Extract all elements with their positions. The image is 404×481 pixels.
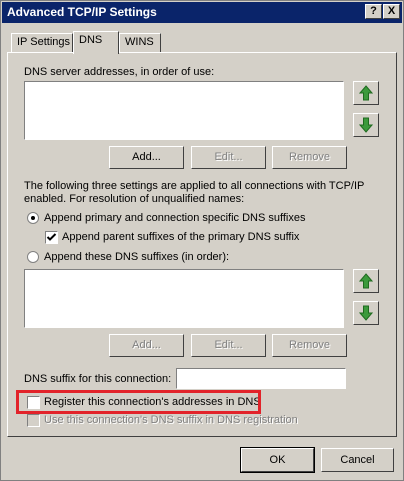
dns-remove-button[interactable]: Remove [272,146,347,169]
highlight-box [16,390,261,414]
suffix-move-up-button[interactable] [353,269,379,293]
checkbox-append-parent-label: Append parent suffixes of the primary DN… [62,231,300,243]
info-text-line1: The following three settings are applied… [24,180,365,192]
dns-add-button[interactable]: Add... [109,146,184,169]
dns-edit-button[interactable]: Edit... [191,146,266,169]
checkbox-append-parent[interactable] [45,231,58,244]
radio-selected-dot [31,216,35,220]
tab-ip-settings[interactable]: IP Settings [11,33,73,52]
suffix-remove-button[interactable]: Remove [272,334,347,357]
cancel-button[interactable]: Cancel [321,448,394,472]
tab-dns[interactable]: DNS [73,31,119,54]
suffix-move-down-button[interactable] [353,301,379,325]
checkbox-use-suffix[interactable] [27,414,40,427]
info-text-line2: enabled. For resolution of unqualified n… [24,193,245,205]
up-arrow-icon [359,85,373,101]
checkbox-use-suffix-label: Use this connection's DNS suffix in DNS … [44,414,298,426]
down-arrow-icon [359,117,373,133]
radio-append-these[interactable] [27,251,39,263]
down-arrow-icon [359,305,373,321]
dns-suffix-list[interactable] [24,269,344,328]
radio-append-primary[interactable] [27,212,39,224]
suffix-edit-button[interactable]: Edit... [191,334,266,357]
radio-append-these-label: Append these DNS suffixes (in order): [44,251,230,263]
tab-wins[interactable]: WINS [119,33,161,52]
dns-suffix-input[interactable] [176,368,346,389]
up-arrow-icon [359,273,373,289]
dialog-window: Advanced TCP/IP Settings ? X IP Settings… [0,0,404,481]
move-up-button[interactable] [353,81,379,105]
help-button[interactable]: ? [365,4,382,19]
title-bar: Advanced TCP/IP Settings [2,2,402,23]
ok-button[interactable]: OK [240,447,315,473]
checkmark-icon [46,233,57,241]
dns-servers-list[interactable] [24,81,344,140]
window-title: Advanced TCP/IP Settings [7,5,157,19]
move-down-button[interactable] [353,113,379,137]
dns-panel: DNS server addresses, in order of use: A… [7,52,397,437]
dns-servers-label: DNS server addresses, in order of use: [24,66,215,78]
radio-append-primary-label: Append primary and connection specific D… [44,212,306,224]
dns-suffix-label: DNS suffix for this connection: [24,373,172,385]
suffix-add-button[interactable]: Add... [109,334,184,357]
close-button[interactable]: X [383,4,400,19]
